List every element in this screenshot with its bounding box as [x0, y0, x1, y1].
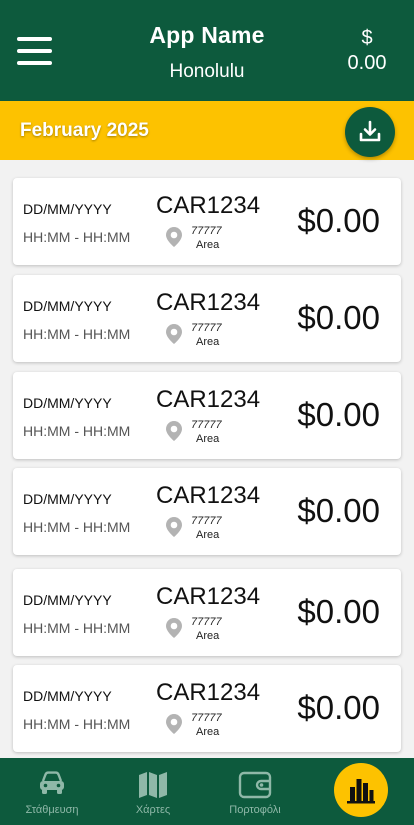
hamburger-menu-icon[interactable]: [17, 37, 52, 65]
session-time-range: HH:MM - HH:MM: [23, 229, 131, 245]
zone-area: Area: [196, 239, 220, 251]
session-time-range: HH:MM - HH:MM: [23, 423, 131, 439]
nav-label-maps: Χάρτες: [135, 804, 171, 816]
session-date: DD/MM/YYYY: [23, 298, 112, 314]
download-icon: [359, 120, 381, 142]
session-date: DD/MM/YYYY: [23, 491, 112, 507]
session-time-range: HH:MM - HH:MM: [23, 716, 131, 732]
app-title: App Name: [149, 22, 265, 48]
zone-code: 77777: [191, 322, 222, 334]
license-plate: CAR1234: [156, 482, 261, 509]
zone-area: Area: [196, 630, 220, 642]
session-price: $0.00: [297, 492, 380, 529]
zone-area: Area: [196, 726, 220, 738]
session-time-range: HH:MM - HH:MM: [23, 620, 131, 636]
list-item[interactable]: DD/MM/YYYY HH:MM - HH:MM CAR1234 77777 A…: [13, 275, 401, 362]
session-price: $0.00: [297, 396, 380, 433]
parking-session-list: DD/MM/YYYY HH:MM - HH:MM CAR1234 77777 A…: [0, 160, 414, 758]
session-date: DD/MM/YYYY: [23, 592, 112, 608]
nav-label-wallet: Πορτοφόλι: [229, 804, 281, 816]
list-item[interactable]: DD/MM/YYYY HH:MM - HH:MM CAR1234 77777 A…: [13, 665, 401, 752]
location-pin-icon: [166, 421, 182, 441]
download-button[interactable]: [345, 107, 395, 157]
license-plate: CAR1234: [156, 583, 261, 610]
license-plate: CAR1234: [156, 289, 261, 316]
license-plate: CAR1234: [156, 192, 261, 219]
location-pin-icon: [166, 227, 182, 247]
app-header: App Name Honolulu $ 0.00: [0, 0, 414, 101]
list-item[interactable]: DD/MM/YYYY HH:MM - HH:MM CAR1234 77777 A…: [13, 372, 401, 459]
session-time-range: HH:MM - HH:MM: [23, 519, 131, 535]
nav-item-parking[interactable]: Στάθμευση: [0, 758, 104, 825]
list-item[interactable]: DD/MM/YYYY HH:MM - HH:MM CAR1234 77777 A…: [13, 569, 401, 656]
nav-item-statistics[interactable]: [334, 763, 388, 817]
session-date: DD/MM/YYYY: [23, 688, 112, 704]
zone-code: 77777: [191, 419, 222, 431]
map-icon: [139, 772, 167, 798]
nav-label-parking: Στάθμευση: [25, 804, 79, 816]
zone-code: 77777: [191, 515, 222, 527]
list-item[interactable]: DD/MM/YYYY HH:MM - HH:MM CAR1234 77777 A…: [13, 468, 401, 555]
zone-area: Area: [196, 336, 220, 348]
zone-area: Area: [196, 529, 220, 541]
location-pin-icon: [166, 714, 182, 734]
nav-item-wallet[interactable]: Πορτοφόλι: [203, 758, 307, 825]
session-price: $0.00: [297, 299, 380, 336]
location-pin-icon: [166, 618, 182, 638]
license-plate: CAR1234: [156, 386, 261, 413]
zone-code: 77777: [191, 616, 222, 628]
balance-currency: $: [361, 27, 373, 49]
session-price: $0.00: [297, 593, 380, 630]
session-date: DD/MM/YYYY: [23, 395, 112, 411]
location-pin-icon: [166, 517, 182, 537]
session-price: $0.00: [297, 689, 380, 726]
license-plate: CAR1234: [156, 679, 261, 706]
zone-area: Area: [196, 433, 220, 445]
nav-item-maps[interactable]: Χάρτες: [101, 758, 205, 825]
city-label: Honolulu: [169, 61, 245, 82]
session-date: DD/MM/YYYY: [23, 201, 112, 217]
wallet-icon: [238, 771, 272, 799]
bar-chart-icon: [347, 779, 375, 804]
month-label: February 2025: [20, 120, 149, 141]
balance-value: 0.00: [347, 52, 387, 74]
zone-code: 77777: [191, 225, 222, 237]
car-icon: [40, 771, 64, 794]
location-pin-icon: [166, 324, 182, 344]
zone-code: 77777: [191, 712, 222, 724]
session-price: $0.00: [297, 202, 380, 239]
session-time-range: HH:MM - HH:MM: [23, 326, 131, 342]
list-item[interactable]: DD/MM/YYYY HH:MM - HH:MM CAR1234 77777 A…: [13, 178, 401, 265]
